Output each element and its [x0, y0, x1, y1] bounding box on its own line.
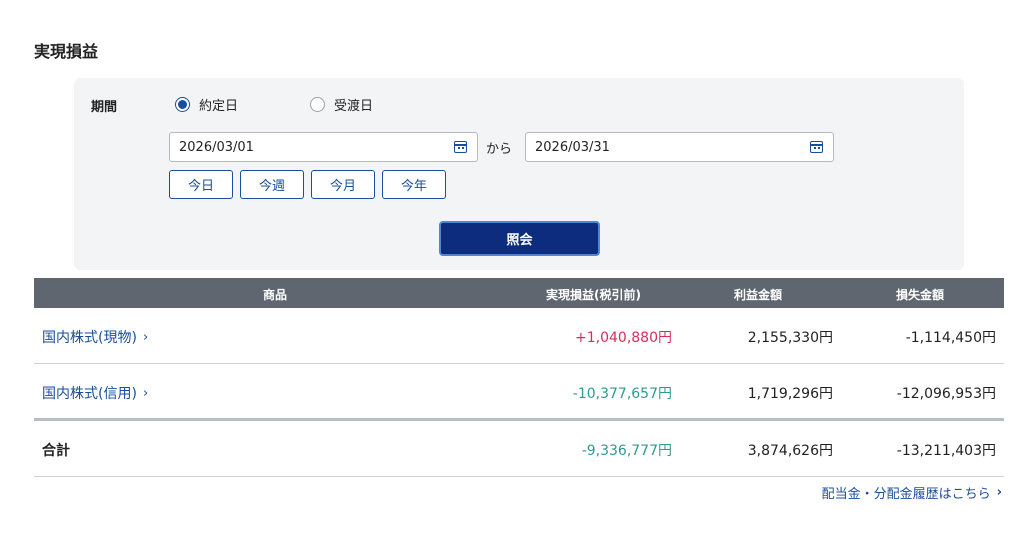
- date-to-input[interactable]: 2026/03/31: [525, 132, 834, 162]
- date-separator: から: [486, 142, 513, 157]
- period-label: 期間: [91, 100, 118, 115]
- radio-settlement-date-label: 受渡日: [334, 99, 374, 114]
- total-realized: -9,336,777円: [581, 443, 672, 459]
- row-product-name: 国内株式(信用): [42, 386, 137, 402]
- inquiry-button[interactable]: 照会: [439, 221, 600, 256]
- table-row: 国内株式(現物) › +1,040,880円 2,155,330円 -1,114…: [34, 308, 1004, 364]
- radio-selected-icon: [175, 97, 190, 112]
- row-profit: 2,155,330円: [747, 330, 833, 346]
- search-panel: 期間 約定日 受渡日 2026/03/01 から 2026/03/31 今日 今…: [74, 78, 964, 270]
- header-realized: 実現損益(税引前): [546, 288, 641, 302]
- row-loss: -12,096,953円: [896, 386, 996, 402]
- dividend-history-label: 配当金・分配金履歴はこちら: [821, 487, 991, 502]
- row-product-name: 国内株式(現物): [42, 330, 137, 346]
- results-table: 商品 実現損益(税引前) 利益金額 損失金額 国内株式(現物) › +1,040…: [34, 278, 1004, 477]
- dividend-history-link[interactable]: 配当金・分配金履歴はこちら ›: [822, 483, 1002, 502]
- table-header: 商品 実現損益(税引前) 利益金額 損失金額: [34, 278, 1004, 308]
- calendar-icon[interactable]: [454, 141, 467, 153]
- row-realized: -10,377,657円: [572, 386, 672, 402]
- table-row: 国内株式(信用) › -10,377,657円 1,719,296円 -12,0…: [34, 364, 1004, 421]
- date-to-value: 2026/03/31: [535, 139, 610, 155]
- date-from-value: 2026/03/01: [179, 139, 254, 155]
- total-label: 合計: [42, 443, 70, 459]
- total-row: 合計 -9,336,777円 3,874,626円 -13,211,403円: [34, 421, 1004, 477]
- total-loss: -13,211,403円: [896, 443, 996, 459]
- today-button[interactable]: 今日: [169, 170, 233, 199]
- radio-trade-date[interactable]: 約定日: [175, 95, 238, 114]
- this-year-button[interactable]: 今年: [382, 170, 446, 199]
- calendar-icon[interactable]: [810, 141, 823, 153]
- this-month-button[interactable]: 今月: [311, 170, 375, 199]
- header-profit: 利益金額: [734, 288, 783, 302]
- this-week-button[interactable]: 今週: [240, 170, 304, 199]
- row-profit: 1,719,296円: [747, 386, 833, 402]
- row-loss: -1,114,450円: [905, 330, 996, 346]
- radio-unselected-icon: [310, 97, 325, 112]
- radio-trade-date-label: 約定日: [199, 99, 239, 114]
- row-product-link[interactable]: 国内株式(現物) ›: [42, 327, 148, 347]
- row-realized: +1,040,880円: [575, 330, 672, 346]
- chevron-right-icon: ›: [142, 329, 149, 345]
- total-profit: 3,874,626円: [747, 443, 833, 459]
- chevron-right-icon: ›: [142, 385, 149, 401]
- page-title: 実現損益: [34, 42, 99, 61]
- chevron-right-icon: ›: [996, 485, 1002, 500]
- header-product: 商品: [263, 288, 288, 302]
- row-product-link[interactable]: 国内株式(信用) ›: [42, 383, 148, 403]
- date-from-input[interactable]: 2026/03/01: [169, 132, 478, 162]
- radio-settlement-date[interactable]: 受渡日: [310, 95, 373, 114]
- header-loss: 損失金額: [896, 288, 945, 302]
